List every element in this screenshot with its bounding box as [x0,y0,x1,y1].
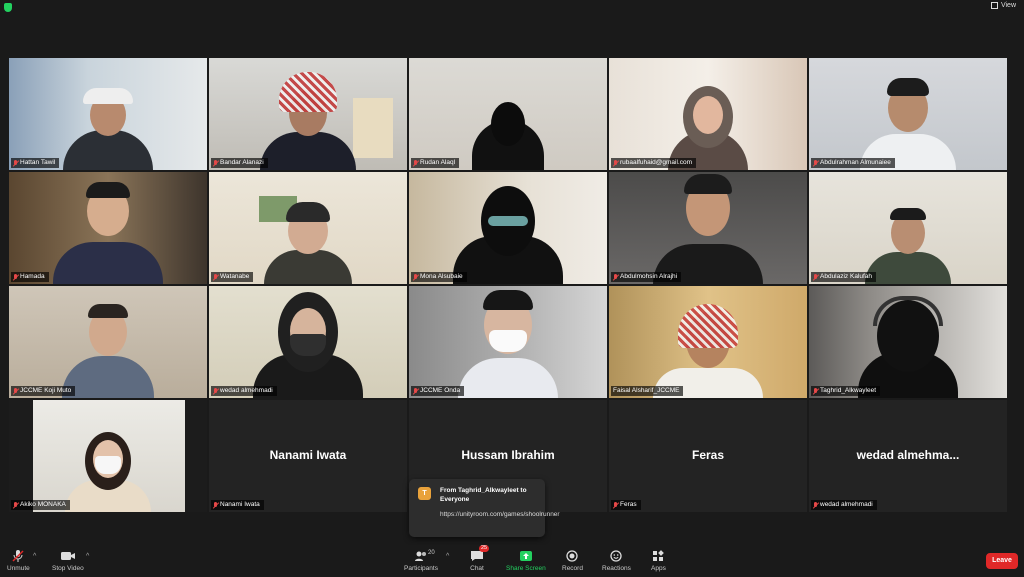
reactions-smiley-icon [610,550,623,562]
participant-name-tag: JCCME Onda [411,386,465,396]
view-label: View [1000,2,1016,9]
chat-notification-message: https://unityroom.com/games/shoolrunner [440,511,560,518]
video-options-caret-icon[interactable]: ^ [86,553,89,560]
video-tile[interactable]: Mona Alsubaie [409,172,607,284]
stop-video-button[interactable]: Stop Video [52,549,84,572]
participants-count: 20 [427,550,435,556]
video-tile[interactable]: rubaalfuhaid@gmail.com [609,58,807,170]
reactions-button[interactable]: Reactions [602,549,631,572]
apps-icon [653,550,665,561]
chat-notification[interactable]: T From Taghrid_Alkwayleet to Everyone ht… [409,479,560,537]
video-tile[interactable]: Akiko MONAKA [9,400,207,512]
video-tile[interactable]: Taghrid_Alkwayleet [809,286,1007,398]
muted-mic-icon [413,159,418,167]
participant-name-tag: Hattan Tawil [11,158,60,168]
participant-name-tag: wedad almehmadi [211,386,277,396]
participant-name-tag: Feras [611,500,641,510]
chat-unread-badge: 25 [479,545,490,552]
video-tile-off[interactable]: Feras Feras [609,400,807,512]
share-screen-icon [519,551,532,561]
video-tile-off[interactable]: wedad almehma... wedad almehmadi [809,400,1007,512]
muted-mic-icon [13,501,18,509]
view-button[interactable]: View [990,2,1016,9]
video-tile[interactable]: Rudan Alaql [409,58,607,170]
participant-name-tag: Rudan Alaql [411,158,460,168]
participant-name-tag: Abdulaziz Kalufah [811,272,877,282]
chat-notification-title: From Taghrid_Alkwayleet to Everyone [440,487,527,503]
muted-mic-icon [13,159,18,167]
participant-display-name: wedad almehma... [856,448,960,462]
muted-mic-icon [413,273,418,281]
muted-mic-icon [613,273,618,281]
video-tile[interactable]: Hamada [9,172,207,284]
muted-mic-icon [613,159,618,167]
video-tile[interactable]: JCCME Koji Muto [9,286,207,398]
participant-name-tag: Watanabe [211,272,254,282]
encryption-shield-icon[interactable] [4,3,12,12]
video-tile[interactable]: wedad almehmadi [209,286,407,398]
video-tile[interactable]: Bandar Alanazi [209,58,407,170]
sender-avatar: T [418,487,431,500]
muted-mic-icon [13,387,18,395]
muted-mic-icon [813,387,818,395]
participant-name-tag: Abdulrahman Almunaiee [811,158,895,168]
participants-options-caret-icon[interactable]: ^ [446,553,449,560]
muted-mic-icon [213,387,218,395]
video-tile[interactable]: JCCME Onda [409,286,607,398]
participant-display-name: Hussam Ibrahim [461,448,555,462]
video-camera-icon [60,552,75,560]
participant-name-tag: rubaalfuhaid@gmail.com [611,158,696,168]
participant-name-tag: Mona Alsubaie [411,272,467,282]
gallery-view: Hattan Tawil Bandar Alanazi Rudan Alaql … [9,58,1010,514]
video-tile-off[interactable]: Nanami Iwata Nanami Iwata [209,400,407,512]
participant-name-tag: Abdulmohsin Alrajhi [611,272,682,282]
video-tile[interactable]: Abdulmohsin Alrajhi [609,172,807,284]
muted-mic-icon [13,273,18,281]
participant-name-tag: Bandar Alanazi [211,158,268,168]
participant-display-name: Nanami Iwata [269,448,347,462]
participants-icon [414,551,426,561]
record-button[interactable]: Record [562,549,583,572]
participant-name-tag: Akiko MONAKA [11,500,70,510]
participant-name-tag: JCCME Koji Muto [11,386,76,396]
video-tile[interactable]: Abdulrahman Almunaiee [809,58,1007,170]
video-tile[interactable]: Hattan Tawil [9,58,207,170]
microphone-muted-icon [12,550,24,562]
participant-name-tag: Faisal Alsharif_JCCME [611,386,684,396]
muted-mic-icon [213,159,218,167]
muted-mic-icon [813,501,818,509]
participants-button[interactable]: 20 Participants [404,549,438,572]
participant-name-tag: Hamada [11,272,49,282]
meeting-toolbar: Unmute ^ Stop Video ^ 20 Participants ^ … [0,545,1024,577]
participant-name-tag: Taghrid_Alkwayleet [811,386,881,396]
video-tile-active-speaker[interactable]: Faisal Alsharif_JCCME [609,286,807,398]
muted-mic-icon [213,273,218,281]
view-grid-icon [990,2,998,9]
share-screen-button[interactable]: Share Screen [506,549,546,572]
participant-display-name: Feras [691,448,725,462]
muted-mic-icon [813,159,818,167]
audio-options-caret-icon[interactable]: ^ [33,553,36,560]
unmute-button[interactable]: Unmute [7,549,30,572]
top-bar: View [0,0,1024,14]
muted-mic-icon [413,387,418,395]
video-tile[interactable]: Watanabe [209,172,407,284]
participant-name-tag: wedad almehmadi [811,500,877,510]
record-icon [566,550,579,562]
participant-name-tag: Nanami Iwata [211,500,264,510]
wall-poster [353,98,393,158]
muted-mic-icon [213,501,218,509]
leave-button[interactable]: Leave [986,553,1018,569]
muted-mic-icon [613,501,618,509]
muted-mic-icon [813,273,818,281]
apps-button[interactable]: Apps [651,549,666,572]
video-tile[interactable]: Abdulaziz Kalufah [809,172,1007,284]
chat-button[interactable]: 25 Chat [470,545,490,572]
